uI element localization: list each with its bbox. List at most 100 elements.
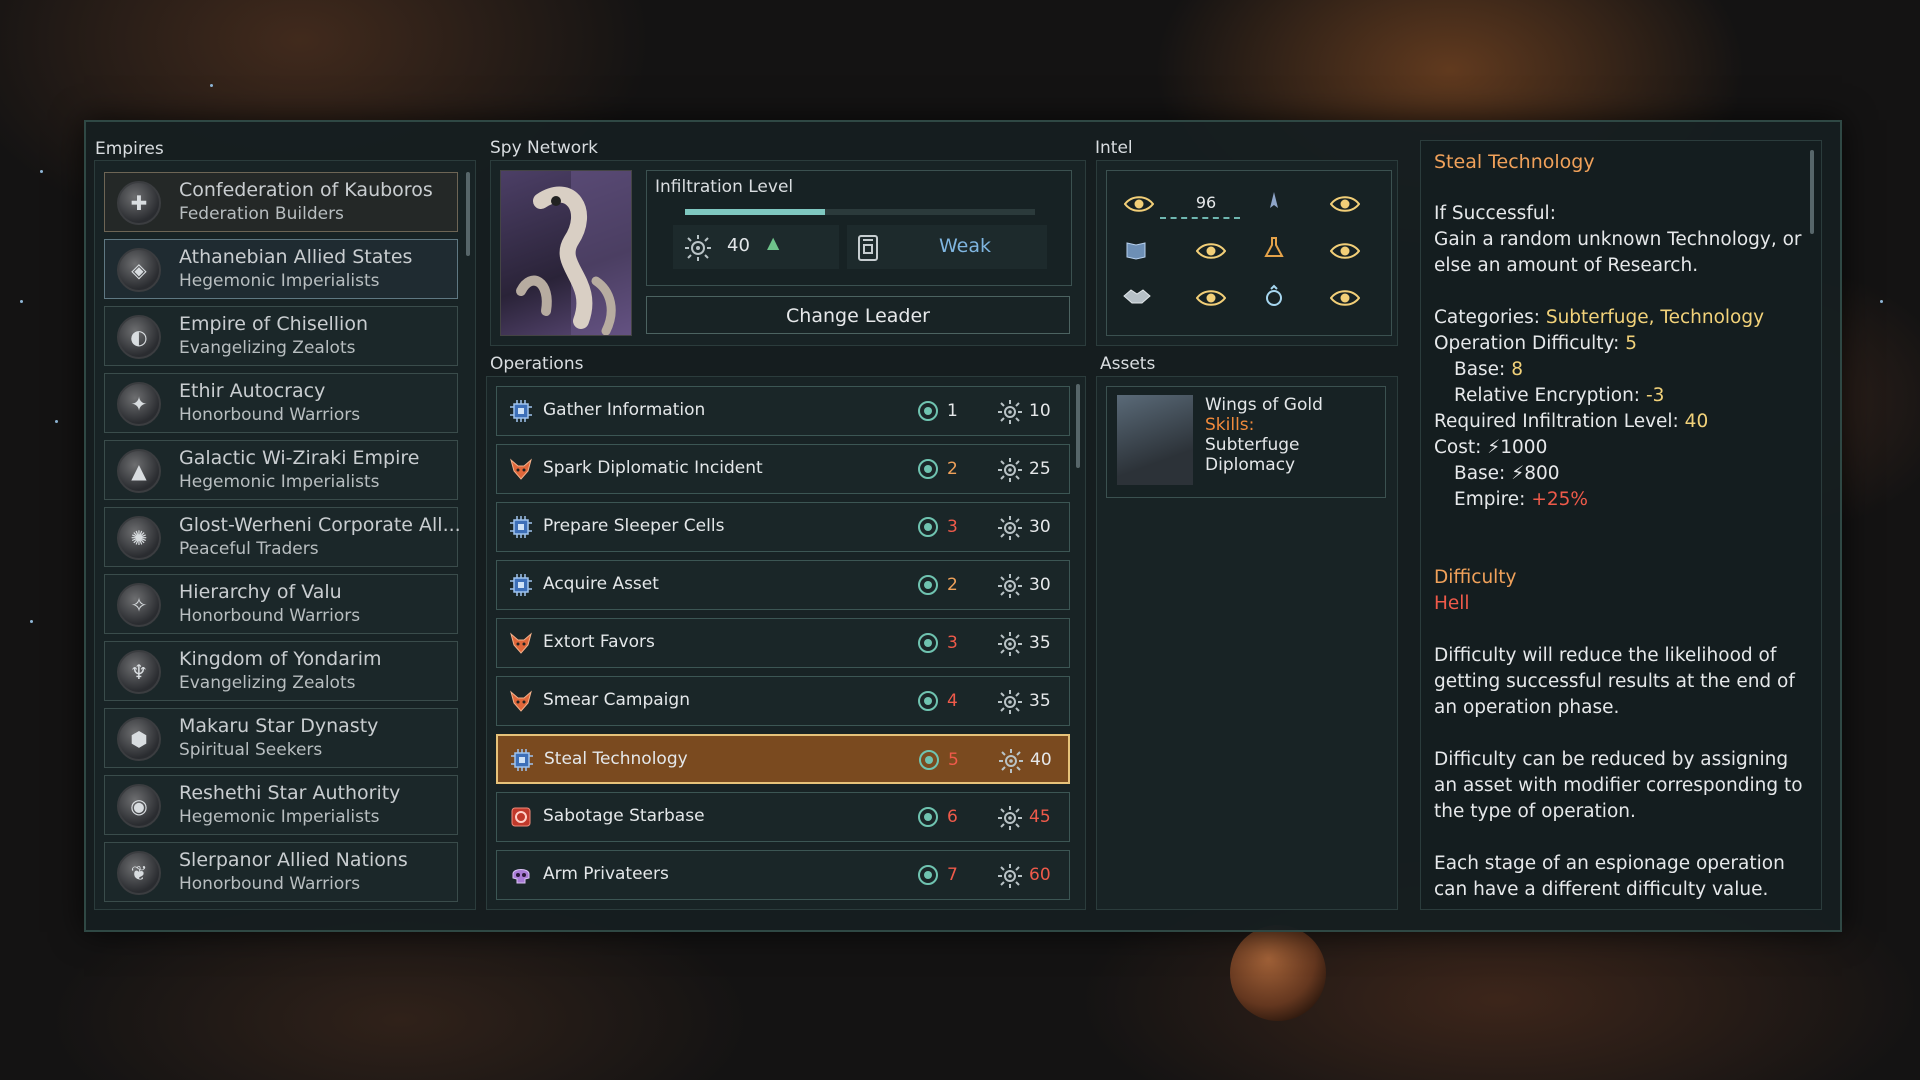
difficulty-description: getting successful results at the end of — [1434, 671, 1795, 692]
eye-icon[interactable] — [1329, 241, 1361, 265]
detail-scrollbar[interactable] — [1810, 150, 1814, 234]
empire-row[interactable]: ◉ Reshethi Star Authority Hegemonic Imperi… — [104, 775, 458, 835]
operation-chip-icon — [509, 573, 533, 597]
operation-row[interactable]: Steal Technology 5 40 — [496, 734, 1070, 784]
infiltration-icon — [997, 689, 1023, 715]
empire-type: Evangelizing Zealots — [179, 338, 356, 358]
change-leader-button[interactable]: Change Leader — [646, 296, 1070, 334]
difficulty-description: an asset with modifier corresponding to — [1434, 775, 1803, 796]
empire-emblem-symbol: ♆ — [130, 660, 148, 684]
operation-row[interactable]: Spark Diplomatic Incident 2 25 — [496, 444, 1070, 494]
operation-difficulty: 3 — [947, 517, 958, 537]
empire-type: Hegemonic Imperialists — [179, 271, 380, 291]
operation-name: Gather Information — [543, 400, 706, 420]
infiltration-icon — [998, 748, 1024, 774]
operation-fox-icon — [509, 457, 533, 481]
infiltration-icon — [997, 631, 1023, 657]
empire-row[interactable]: ◈ Athanebian Allied States Hegemonic Imper… — [104, 239, 458, 299]
eye-icon[interactable] — [1123, 194, 1155, 218]
empire-type: Honorbound Warriors — [179, 606, 361, 626]
empire-emblem-icon: ✺ — [117, 516, 161, 560]
operation-row[interactable]: Sabotage Starbase 6 45 — [496, 792, 1070, 842]
empire-emblem-symbol: ✚ — [130, 191, 148, 215]
empire-emblem-symbol: ❦ — [130, 861, 148, 885]
operation-row[interactable]: Acquire Asset 2 30 — [496, 560, 1070, 610]
operation-chip-icon — [509, 399, 533, 423]
infiltration-icon — [997, 863, 1023, 889]
eye-icon[interactable] — [1329, 288, 1361, 312]
empire-emblem-icon: ⬢ — [117, 717, 161, 761]
empire-row[interactable]: ✦ Ethir Autocracy Honorbound Warriors — [104, 373, 458, 433]
infiltration-value: 40 — [727, 235, 750, 256]
operation-infiltration: 35 — [1029, 691, 1051, 711]
operation-infiltration: 60 — [1029, 865, 1051, 885]
operation-name: Sabotage Starbase — [543, 806, 705, 826]
required-infiltration-label: Required Infiltration Level: — [1434, 411, 1679, 432]
operation-row[interactable]: Smear Campaign 4 35 — [496, 676, 1070, 726]
empire-type: Peaceful Traders — [179, 539, 319, 559]
difficulty-description: an operation phase. — [1434, 697, 1620, 718]
detail-title: Steal Technology — [1434, 151, 1595, 173]
difficulty-description: Difficulty will reduce the likelihood of — [1434, 645, 1777, 666]
empire-row[interactable]: ▲ Galactic Wi-Ziraki Empire Hegemonic Impe… — [104, 440, 458, 500]
empire-modifier-label: Empire: — [1454, 489, 1526, 510]
infiltration-icon — [685, 235, 711, 261]
empire-row[interactable]: ❦ Slerpanor Allied Nations Honorbound Warr… — [104, 842, 458, 902]
empire-emblem-icon: ✧ — [117, 583, 161, 627]
infiltration-up-arrow-icon: ▲ — [767, 233, 780, 252]
empire-name: Slerpanor Allied Nations — [179, 849, 408, 871]
empire-modifier-row: Empire: +25% — [1454, 487, 1588, 513]
empire-row[interactable]: ✧ Hierarchy of Valu Honorbound Warriors — [104, 574, 458, 634]
network-strength-box: Weak — [847, 225, 1047, 269]
empire-emblem-icon: ❦ — [117, 851, 161, 895]
book-icon — [1124, 238, 1148, 266]
codebook-icon — [858, 235, 878, 261]
operation-row[interactable]: Gather Information 1 10 — [496, 386, 1070, 436]
asset-card[interactable]: Wings of Gold Skills: Subterfuge Diploma… — [1106, 386, 1386, 498]
difficulty-icon — [918, 749, 940, 771]
operation-row[interactable]: Arm Privateers 7 60 — [496, 850, 1070, 900]
operation-row[interactable]: Prepare Sleeper Cells 3 30 — [496, 502, 1070, 552]
empire-row[interactable]: ♆ Kingdom of Yondarim Evangelizing Zealots — [104, 641, 458, 701]
background-star — [20, 300, 23, 303]
operation-name: Steal Technology — [544, 749, 688, 769]
empire-type: Evangelizing Zealots — [179, 673, 356, 693]
empire-name: Confederation of Kauboros — [179, 179, 433, 201]
cost-label: Cost: — [1434, 437, 1482, 458]
empire-row[interactable]: ✺ Glost-Werheni Corporate All... Peaceful … — [104, 507, 461, 567]
difficulty-icon — [917, 806, 939, 828]
empire-row[interactable]: ⬢ Makaru Star Dynasty Spiritual Seekers — [104, 708, 458, 768]
empire-row[interactable]: ◐ Empire of Chisellion Evangelizing Zealot… — [104, 306, 458, 366]
operation-name: Smear Campaign — [543, 690, 690, 710]
difficulty-icon — [917, 400, 939, 422]
infiltration-icon — [997, 399, 1023, 425]
difficulty-icon — [917, 516, 939, 538]
base-label: Base: — [1454, 359, 1506, 380]
eye-icon[interactable] — [1329, 194, 1361, 218]
empire-type: Hegemonic Imperialists — [179, 807, 380, 827]
ring-icon — [1262, 284, 1286, 312]
eye-icon[interactable] — [1195, 241, 1227, 265]
asset-skills-label: Skills: — [1205, 415, 1255, 435]
operations-scrollbar[interactable] — [1076, 384, 1080, 468]
empire-emblem-symbol: ✦ — [130, 392, 148, 416]
operations-label: Operations — [490, 354, 584, 374]
cost-value: 1000 — [1500, 437, 1548, 458]
if-successful-label: If Successful: — [1434, 203, 1556, 224]
network-strength: Weak — [939, 235, 992, 257]
empire-row[interactable]: ✚ Confederation of Kauboros Federation Bui… — [104, 172, 458, 232]
infiltration-value-box: 40 ▲ — [673, 225, 839, 269]
eye-icon[interactable] — [1195, 288, 1227, 312]
empires-scrollbar[interactable] — [466, 172, 470, 256]
operation-row[interactable]: Extort Favors 3 35 — [496, 618, 1070, 668]
operation-difficulty-value: 5 — [1625, 333, 1638, 354]
asset-skill: Subterfuge — [1205, 435, 1300, 455]
infiltration-icon — [997, 457, 1023, 483]
empire-name: Athanebian Allied States — [179, 246, 413, 268]
empire-emblem-icon: ◈ — [117, 248, 161, 292]
asset-name: Wings of Gold — [1205, 395, 1323, 415]
operation-infiltration: 30 — [1029, 575, 1051, 595]
categories-row: Categories: Subterfuge, Technology — [1434, 305, 1764, 331]
infiltration-icon — [997, 573, 1023, 599]
cost-base-row: Base: ⚡800 — [1454, 461, 1560, 487]
